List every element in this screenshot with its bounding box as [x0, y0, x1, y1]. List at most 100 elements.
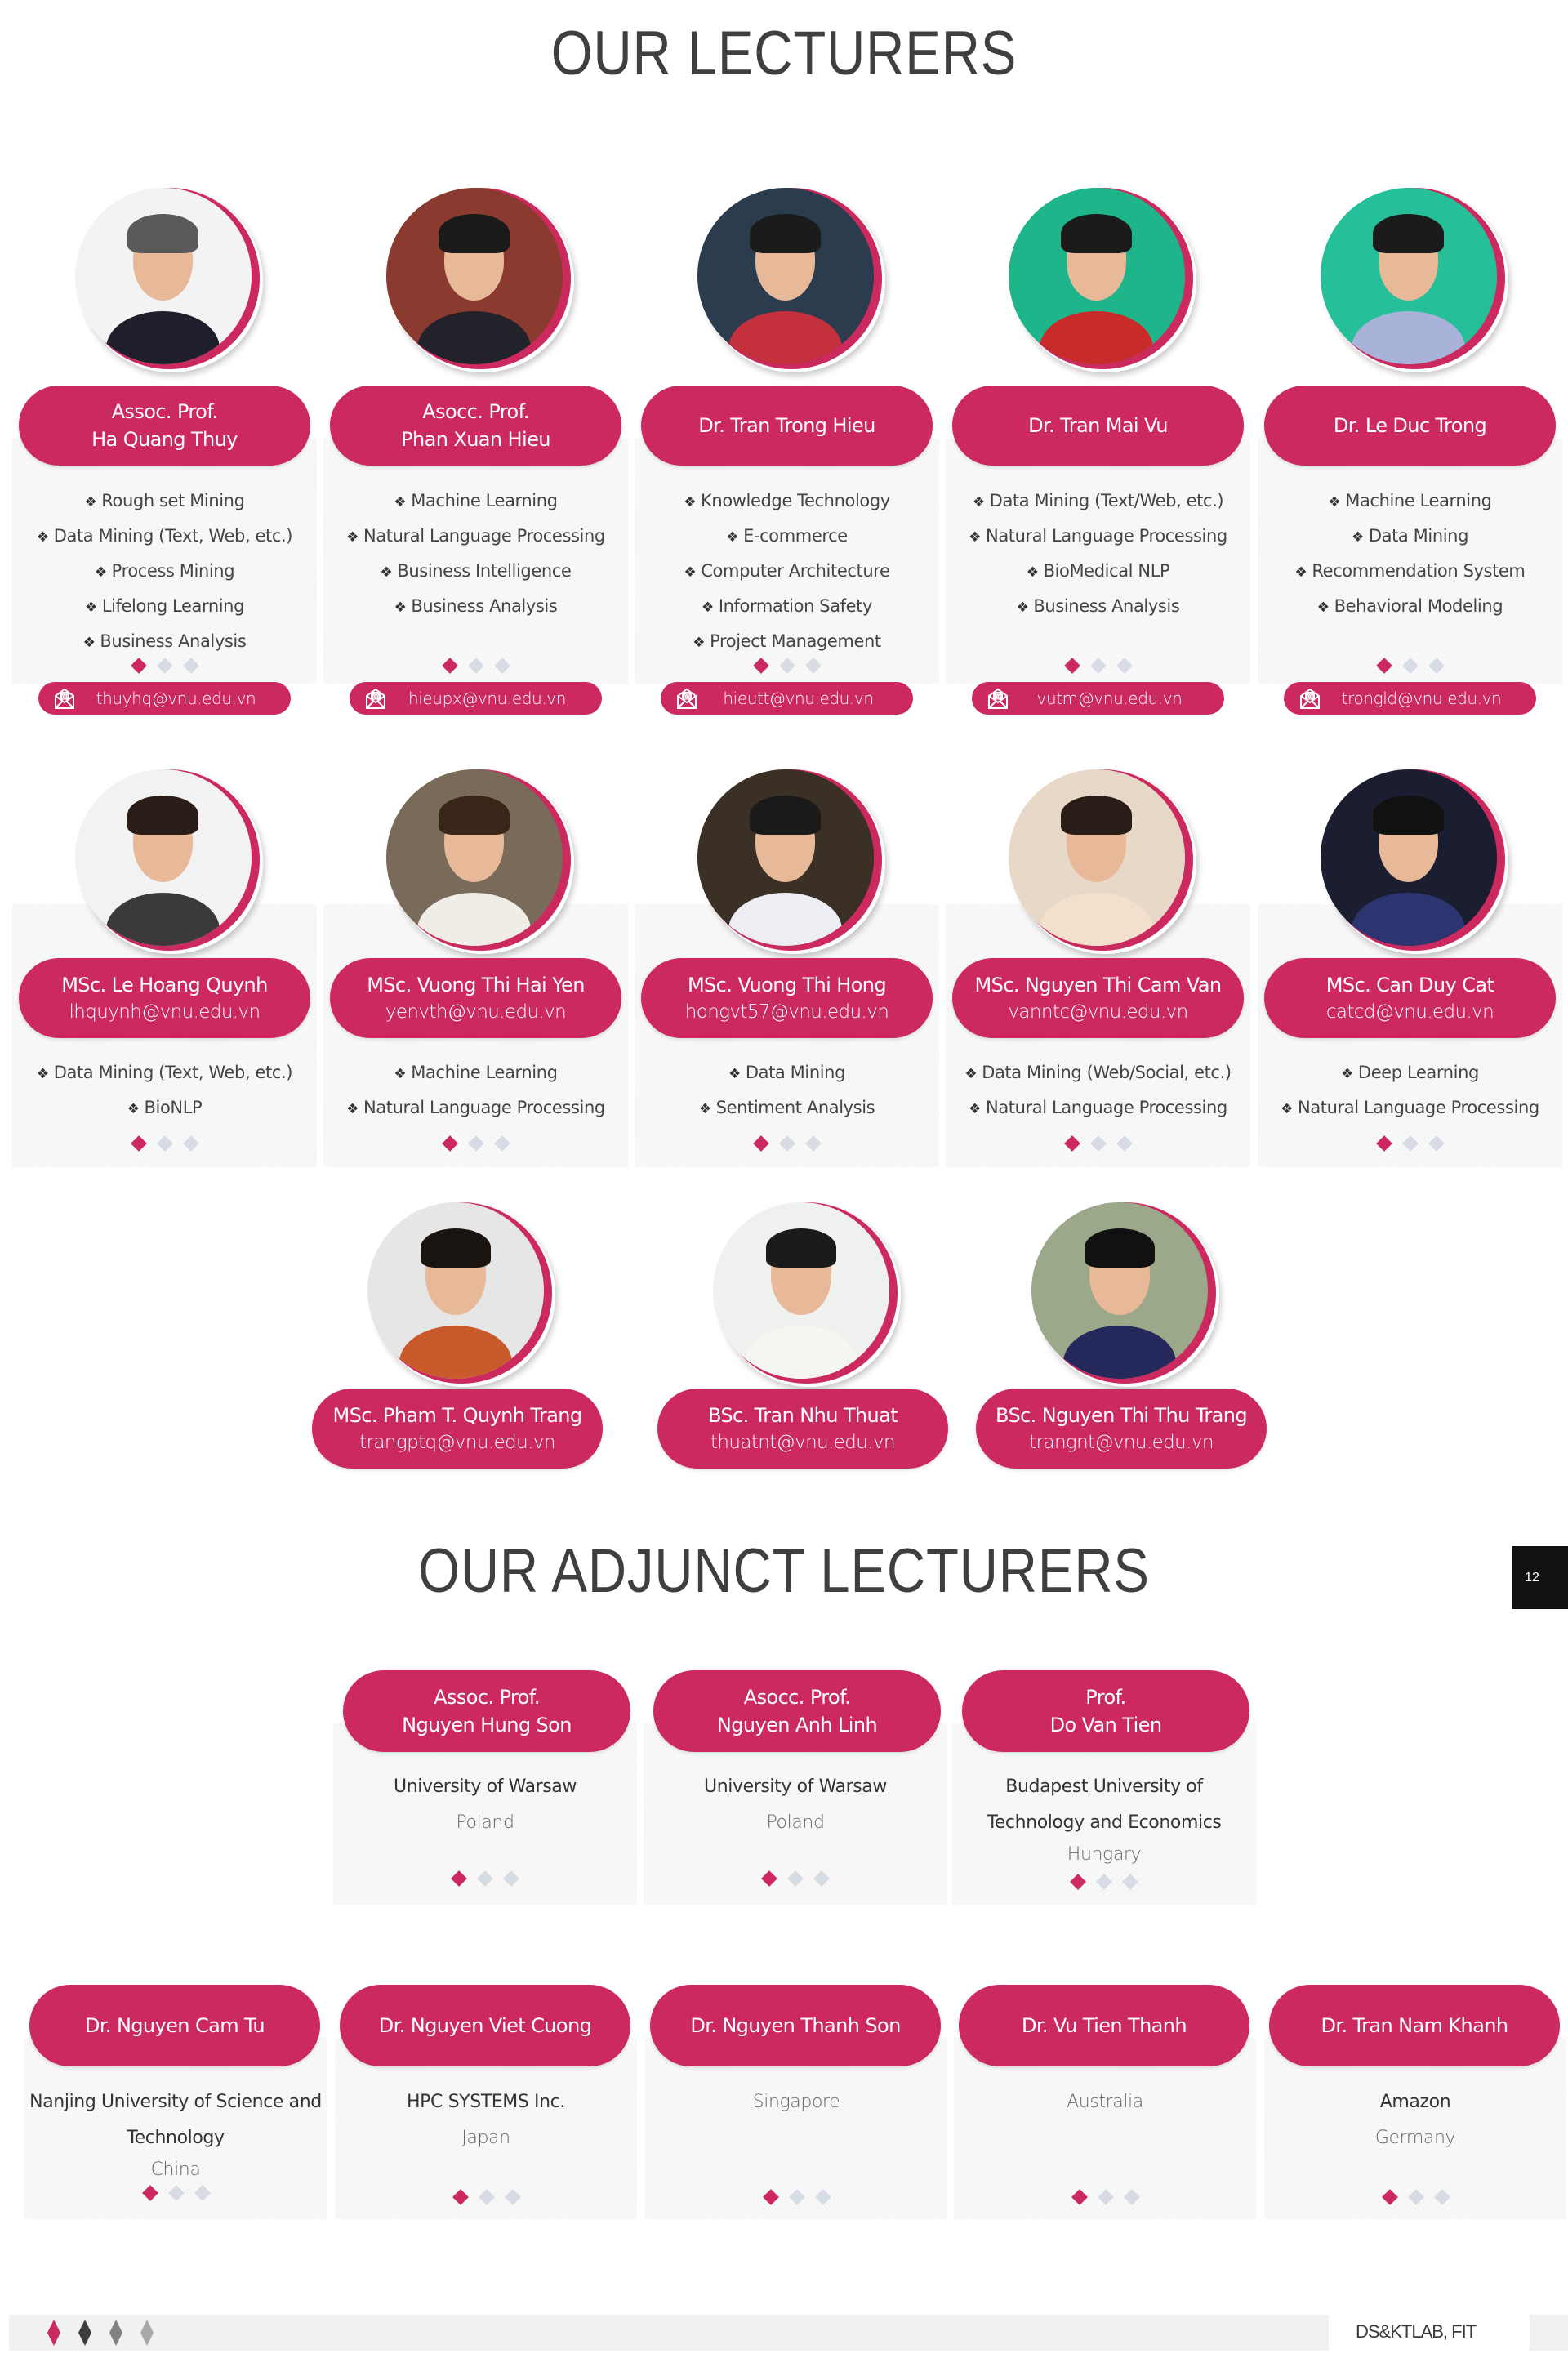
carousel-dot[interactable]: [752, 658, 769, 674]
carousel-dot[interactable]: [130, 658, 147, 674]
lecturer-email[interactable]: vanntc@vnu.edu.vn: [1008, 999, 1188, 1025]
carousel-dot[interactable]: [467, 658, 484, 674]
carousel-dot[interactable]: [752, 1135, 769, 1152]
carousel-dot[interactable]: [804, 658, 822, 674]
carousel-dot[interactable]: [1401, 658, 1419, 674]
photo-person-hair: [439, 214, 510, 253]
carousel-dot[interactable]: [1116, 1135, 1133, 1152]
carousel-dot[interactable]: [1063, 658, 1080, 674]
carousel-dot[interactable]: [778, 1135, 795, 1152]
carousel-dot[interactable]: [142, 2185, 158, 2201]
lecturer-email[interactable]: catcd@vnu.edu.vn: [1326, 999, 1494, 1025]
carousel-dot[interactable]: [182, 658, 199, 674]
research-topic: ❖ Behavioral Modeling: [1258, 589, 1562, 624]
footer-bar: [9, 2315, 1329, 2351]
carousel-dot[interactable]: [503, 1870, 519, 1887]
carousel-dot[interactable]: [1124, 2189, 1140, 2205]
lecturer-email[interactable]: hongvt57@vnu.edu.vn: [685, 999, 889, 1025]
carousel-dot[interactable]: [763, 2189, 779, 2205]
footer-diamond-icon: [140, 2320, 154, 2346]
lecturer-name: Dr. Tran Trong Hieu: [698, 414, 875, 437]
carousel-dot[interactable]: [1063, 1135, 1080, 1152]
research-topic-label: Machine Learning: [411, 491, 558, 510]
research-topic: ❖ Data Mining (Text, Web, etc.): [12, 519, 317, 554]
carousel-dot[interactable]: [493, 658, 510, 674]
carousel-dot[interactable]: [168, 2185, 185, 2201]
lecturer-name: MSc. Vuong Thi Hai Yen: [367, 974, 585, 996]
avatar-frame: [1320, 188, 1510, 377]
carousel-dot[interactable]: [815, 2189, 831, 2205]
carousel-dot[interactable]: [1070, 1874, 1086, 1890]
carousel-dot[interactable]: [1375, 658, 1392, 674]
research-topic-label: Information Safety: [718, 596, 873, 616]
carousel-dot[interactable]: [787, 1870, 804, 1887]
email-link[interactable]: @ thuyhq@vnu.edu.vn: [38, 682, 291, 715]
avatar-photo: [1008, 769, 1185, 946]
bullet-diamond-icon: ❖: [36, 1066, 49, 1082]
lecturer-email[interactable]: trangptq@vnu.edu.vn: [359, 1429, 555, 1455]
carousel-dot[interactable]: [477, 1870, 493, 1887]
email-link[interactable]: @ trongld@vnu.edu.vn: [1284, 682, 1536, 715]
carousel-dot[interactable]: [789, 2189, 805, 2205]
lecturer-email[interactable]: thuatnt@vnu.edu.vn: [710, 1429, 896, 1455]
research-topic-label: Sentiment Analysis: [715, 1098, 875, 1117]
carousel-dot[interactable]: [1089, 658, 1107, 674]
carousel-dot[interactable]: [1382, 2189, 1398, 2205]
footer-diamond-icon: [47, 2320, 60, 2346]
carousel-dot[interactable]: [1116, 658, 1133, 674]
carousel-dot[interactable]: [761, 1870, 777, 1887]
carousel-dot[interactable]: [1428, 1135, 1445, 1152]
carousel-dot[interactable]: [778, 658, 795, 674]
carousel-dot[interactable]: [1089, 1135, 1107, 1152]
carousel-dot[interactable]: [1401, 1135, 1419, 1152]
affiliation-country: China: [150, 2160, 201, 2180]
carousel-dot[interactable]: [156, 1135, 173, 1152]
lecturer-name-pill: Assoc. Prof. Ha Quang Thuy: [19, 386, 310, 466]
adjunct-title: Asocc. Prof.: [743, 1686, 851, 1709]
email-link[interactable]: @ hieupx@vnu.edu.vn: [350, 682, 602, 715]
carousel-dot[interactable]: [804, 1135, 822, 1152]
adjunct-name-pill: Dr. Vu Tien Thanh: [959, 1985, 1250, 2066]
carousel-dot[interactable]: [1375, 1135, 1392, 1152]
bullet-diamond-icon: ❖: [1026, 564, 1039, 581]
carousel-dot[interactable]: [1122, 1874, 1138, 1890]
carousel-dot[interactable]: [452, 2189, 469, 2205]
carousel-dot[interactable]: [1434, 2189, 1450, 2205]
affiliation-country: Poland: [456, 1812, 514, 1833]
carousel-dot[interactable]: [194, 2185, 211, 2201]
carousel-dot[interactable]: [130, 1135, 147, 1152]
carousel-dot[interactable]: [182, 1135, 199, 1152]
carousel-dot[interactable]: [441, 1135, 458, 1152]
carousel-dot[interactable]: [505, 2189, 521, 2205]
carousel-dots: [738, 658, 836, 674]
lecturer-email[interactable]: yenvth@vnu.edu.vn: [385, 999, 567, 1025]
carousel-dot[interactable]: [451, 1870, 467, 1887]
email-link[interactable]: @ vutm@vnu.edu.vn: [972, 682, 1224, 715]
bullet-diamond-icon: ❖: [82, 635, 96, 651]
research-topic-label: Process Mining: [111, 561, 235, 581]
affiliation: University of Warsaw Poland: [333, 1769, 637, 1841]
footer-lab-name: DS&KTLAB, FIT: [1356, 2321, 1477, 2342]
carousel-dot[interactable]: [156, 658, 173, 674]
affiliation: Amazon Germany: [1264, 2084, 1566, 2156]
research-topics: ❖ Machine Learning ❖ Natural Language Proce…: [323, 1055, 628, 1126]
carousel-dot[interactable]: [1408, 2189, 1424, 2205]
research-topic-label: Project Management: [710, 631, 881, 651]
research-topic: ❖ Machine Learning: [323, 484, 628, 519]
bullet-diamond-icon: ❖: [701, 600, 714, 616]
carousel-dot[interactable]: [493, 1135, 510, 1152]
carousel-dot[interactable]: [813, 1870, 830, 1887]
lecturer-email[interactable]: lhquynh@vnu.edu.vn: [69, 999, 261, 1025]
carousel-dot[interactable]: [1098, 2189, 1114, 2205]
bullet-diamond-icon: ❖: [726, 529, 739, 546]
carousel-dot[interactable]: [1096, 1874, 1112, 1890]
bullet-diamond-icon: ❖: [1341, 1066, 1353, 1082]
lecturer-email[interactable]: trangnt@vnu.edu.vn: [1029, 1429, 1214, 1455]
carousel-dot[interactable]: [1428, 658, 1445, 674]
carousel-dot[interactable]: [441, 658, 458, 674]
carousel-dot[interactable]: [1071, 2189, 1088, 2205]
carousel-dot[interactable]: [467, 1135, 484, 1152]
email-address: hieutt@vnu.edu.vn: [723, 689, 874, 708]
email-link[interactable]: @ hieutt@vnu.edu.vn: [661, 682, 913, 715]
carousel-dot[interactable]: [479, 2189, 495, 2205]
